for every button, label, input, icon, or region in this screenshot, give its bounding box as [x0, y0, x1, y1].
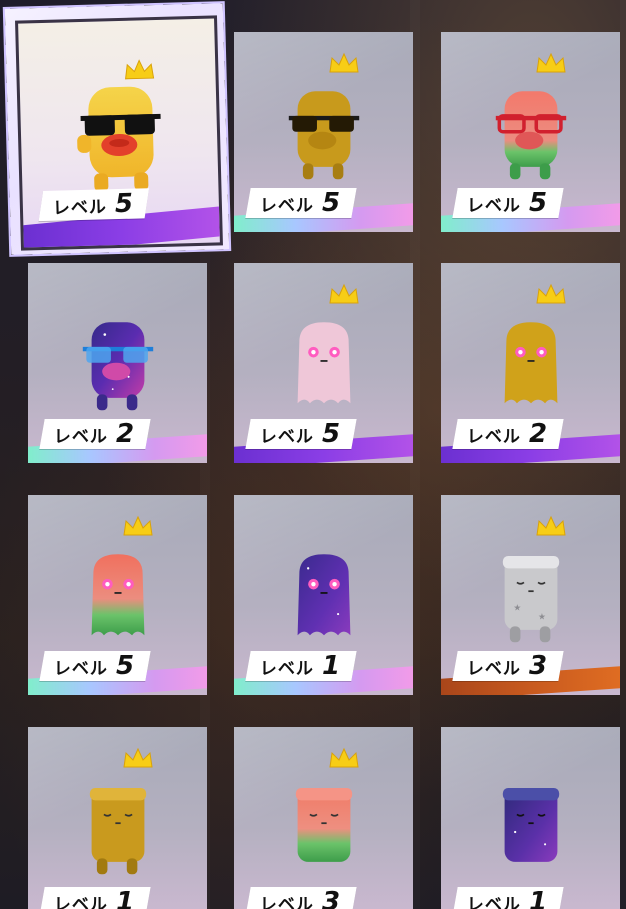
sleepy-character-icon	[295, 788, 353, 862]
crown-icon	[536, 283, 566, 304]
level-text: レベル	[260, 658, 314, 679]
level-label: レベル 5	[38, 188, 150, 222]
level-label: レベル 2	[39, 419, 151, 449]
crown-icon	[536, 515, 566, 536]
grid-item-10[interactable]: レベル 3	[234, 727, 413, 909]
ghost-character-icon	[504, 322, 558, 404]
level-number: 5	[114, 188, 134, 220]
level-label: レベル 1	[245, 651, 357, 681]
level-label: レベル 5	[245, 419, 357, 449]
level-number: 5	[529, 188, 548, 218]
grid-item-3[interactable]: レベル 2	[28, 263, 207, 463]
level-label: レベル 1	[39, 887, 151, 909]
crown-icon	[123, 515, 153, 536]
level-label: レベル 3	[245, 887, 357, 909]
grid-item-0[interactable]: レベル 5	[15, 15, 223, 251]
level-text: レベル	[467, 195, 521, 216]
level-number: 1	[322, 651, 341, 681]
level-text: レベル	[467, 658, 521, 679]
duck-sunglasses-character-icon	[77, 86, 161, 192]
level-number: 3	[529, 651, 548, 681]
level-number: 1	[529, 887, 548, 909]
level-label: レベル 2	[452, 419, 564, 449]
level-text: レベル	[467, 894, 521, 909]
level-number: 5	[116, 651, 135, 681]
ghost-character-icon	[297, 554, 351, 636]
level-number: 2	[529, 419, 548, 449]
level-text: レベル	[260, 426, 314, 447]
level-text: レベル	[54, 894, 108, 909]
grid-item-1[interactable]: レベル 5	[234, 32, 413, 232]
grid-item-4[interactable]: レベル 5	[234, 263, 413, 463]
level-number: 2	[116, 419, 135, 449]
duck-sunglasses-character-icon	[82, 322, 154, 411]
sleepy-character-icon	[89, 788, 147, 875]
level-number: 5	[322, 419, 341, 449]
level-text: レベル	[54, 426, 108, 447]
level-number: 5	[322, 188, 341, 218]
grid-item-8[interactable]: ★ ★ レベル 3	[441, 495, 620, 695]
svg-text:★: ★	[513, 604, 521, 614]
crown-icon	[329, 747, 359, 768]
crown-icon	[329, 283, 359, 304]
svg-text:★: ★	[538, 612, 546, 622]
level-text: レベル	[467, 426, 521, 447]
level-number: 1	[116, 887, 135, 909]
grid-item-5[interactable]: レベル 2	[441, 263, 620, 463]
grid-item-6[interactable]: レベル 5	[28, 495, 207, 695]
duck-sunglasses-character-icon	[495, 91, 567, 180]
grid-item-9[interactable]: レベル 1	[28, 727, 207, 909]
level-label: レベル 5	[245, 188, 357, 218]
ghost-character-icon	[297, 322, 351, 404]
crown-icon	[123, 747, 153, 768]
crown-icon	[329, 52, 359, 73]
sleepy-character-icon: ★ ★	[502, 556, 560, 643]
level-label: レベル 5	[452, 188, 564, 218]
crown-icon	[536, 52, 566, 73]
level-label: レベル 3	[452, 651, 564, 681]
grid-item-11[interactable]: レベル 1	[441, 727, 620, 909]
level-label: レベル 5	[39, 651, 151, 681]
grid-item-2[interactable]: レベル 5	[441, 32, 620, 232]
grid-item-7[interactable]: レベル 1	[234, 495, 413, 695]
level-number: 3	[322, 887, 341, 909]
sleepy-character-icon	[502, 788, 560, 862]
duck-sunglasses-character-icon	[288, 91, 360, 180]
ghost-character-icon	[91, 554, 145, 636]
level-text: レベル	[54, 658, 108, 679]
level-text: レベル	[260, 894, 314, 909]
level-text: レベル	[260, 195, 314, 216]
level-label: レベル 1	[452, 887, 564, 909]
level-text: レベル	[52, 196, 108, 219]
